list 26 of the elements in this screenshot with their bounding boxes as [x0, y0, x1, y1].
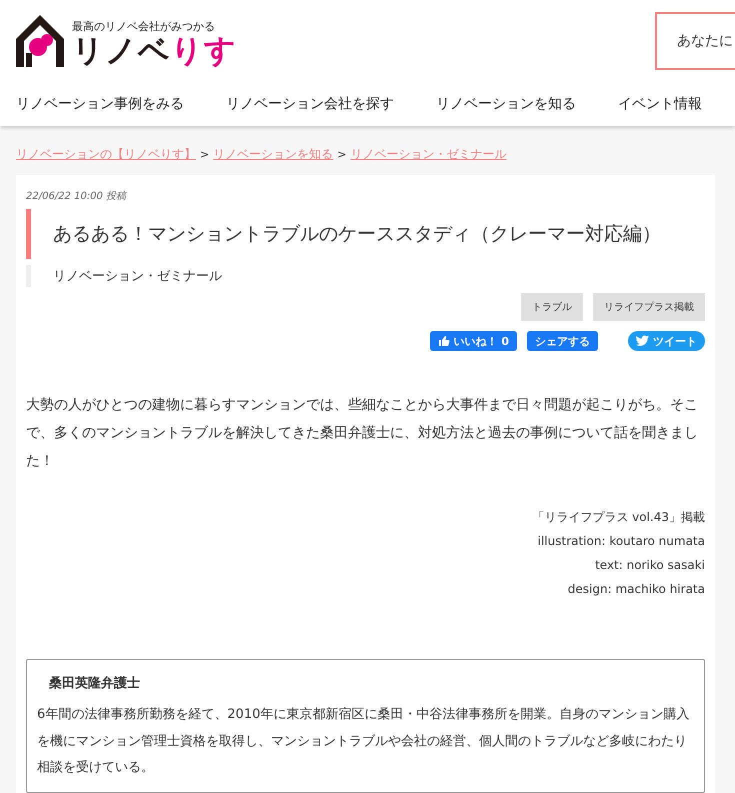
profile-name: 桑田英隆弁護士 [49, 675, 141, 692]
post-date: 22/06/22 10:00 投稿 [26, 190, 128, 203]
credit-line: illustration: koutaro numata [538, 533, 705, 550]
article-title: あるある！マンショントラブルのケーススタディ（クレーマー対応編） [26, 209, 705, 259]
profile-bio: 6年間の法律事務所勤務を経て、2010年に東京都新宿区に桑田・中谷法律事務所を開業。自身のマンション購入を機にマンション管理士資格を取得し、マンショントラブルや会社の経営、個人間のトラブルなど多岐にわたり相談を受けている。 [37, 706, 690, 778]
tag-link[interactable]: トラブル [521, 293, 583, 321]
like-button[interactable]: いいね！ 0 [430, 331, 517, 351]
breadcrumb-separator: > [200, 148, 210, 161]
bird-icon [636, 335, 649, 347]
nav-link[interactable]: リノベーション事例をみる [16, 95, 184, 113]
breadcrumb-separator: > [337, 148, 346, 161]
credit-line: text: noriko sasaki [595, 557, 705, 574]
share-button[interactable]: シェアする [527, 331, 598, 351]
article-category: リノベーション・ゼミナール [26, 265, 705, 287]
logo-tagline: 最高のリノベ会社がみつかる [72, 19, 216, 34]
header-cta-button[interactable]: あなたに [655, 12, 735, 70]
thumbs-up-icon [438, 335, 450, 347]
lead-paragraph: 大勢の人がひとつの建物に暮らすマンションでは、些細なことから大事件まで日々問題が起こりがち。そこで、多くのマンショントラブルを解決してきた桑田弁護士に、対処方法と過去の事例について話を聞きました！ [26, 396, 699, 471]
credit-line: design: machiko hirata [568, 581, 705, 598]
nav-link[interactable]: イベント情報 [618, 95, 702, 113]
tag-link[interactable]: リライフプラス掲載 [593, 293, 705, 321]
house-logo-icon [16, 15, 64, 67]
nav-link[interactable]: リノベーション会社を探す [226, 95, 394, 113]
nav-link[interactable]: リノベーションを知る [436, 95, 576, 113]
logo-wordmark[interactable]: リノベ りす [72, 36, 237, 67]
credit-line: 「リライフプラス vol.43」掲載 [532, 509, 705, 526]
